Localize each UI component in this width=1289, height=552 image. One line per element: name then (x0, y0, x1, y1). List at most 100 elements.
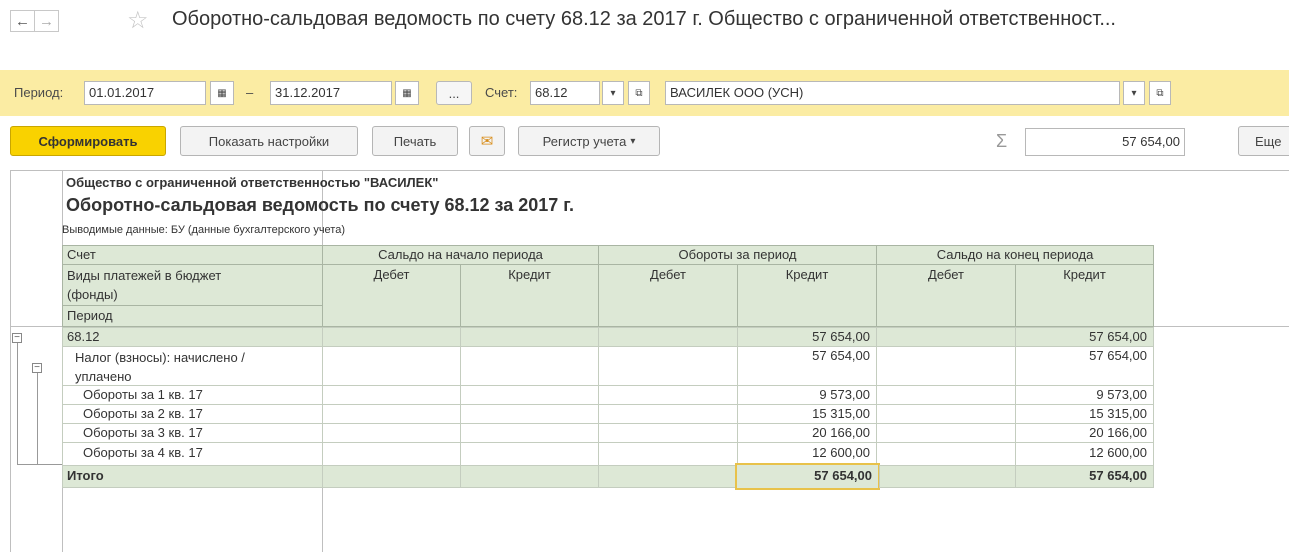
report-heading: Оборотно-сальдовая ведомость по счету 68… (66, 195, 575, 215)
date-to-field[interactable]: 31.12.2017 (270, 81, 392, 105)
account-dropdown-button[interactable]: ▾ (602, 81, 624, 105)
row-q3-label[interactable]: Обороты за 3 кв. 17 (62, 423, 323, 443)
row-q1-turn-debit (598, 385, 738, 405)
total-close-credit[interactable]: 57 654,00 (1015, 465, 1154, 488)
row-q1-open-debit (322, 385, 461, 405)
row-q3-open-credit (460, 423, 599, 443)
collapse-tax-toggle[interactable]: − (32, 363, 42, 373)
row-tax-close-debit (876, 346, 1016, 386)
header-turnover-credit: Кредит (737, 264, 877, 327)
total-label[interactable]: Итого (62, 465, 323, 488)
header-account: Счет (62, 245, 323, 265)
header-payment-types: Виды платежей в бюджет (фонды) (62, 264, 323, 306)
account-open-button[interactable]: ⧉ (628, 81, 650, 105)
row-tax-turn-debit (598, 346, 738, 386)
organization-name: Общество с ограниченной ответственностью… (66, 175, 439, 190)
row-account-turn-debit (598, 327, 738, 347)
arrow-right-icon: → (39, 12, 54, 30)
header-closing-debit: Дебет (876, 264, 1016, 327)
row-q4-close-credit[interactable]: 12 600,00 (1015, 442, 1154, 466)
period-dash: – (246, 85, 254, 100)
more-button[interactable]: Еще (1238, 126, 1289, 156)
calendar-icon: ▦ (217, 87, 227, 99)
forward-button[interactable]: → (34, 10, 59, 32)
header-closing-credit: Кредит (1015, 264, 1154, 327)
organization-open-button[interactable]: ⧉ (1149, 81, 1171, 105)
back-button[interactable]: ← (10, 10, 35, 32)
row-q1-turn-credit[interactable]: 9 573,00 (737, 385, 877, 405)
open-form-icon: ⧉ (1156, 87, 1164, 99)
row-q2-open-debit (322, 404, 461, 424)
row-q3-close-debit (876, 423, 1016, 443)
total-turn-debit (598, 465, 738, 488)
row-q2-label[interactable]: Обороты за 2 кв. 17 (62, 404, 323, 424)
page-title: Оборотно-сальдовая ведомость по счету 68… (172, 8, 1116, 30)
report-top-border (10, 170, 1289, 171)
row-tax-label-line1: Налог (взносы): начислено / (75, 350, 245, 365)
envelope-icon: ✉ (480, 133, 494, 150)
row-q4-close-debit (876, 442, 1016, 466)
sum-icon: Σ (996, 131, 1008, 151)
row-tax-label[interactable]: Налог (взносы): начислено / уплачено (62, 346, 323, 386)
row-q2-turn-credit[interactable]: 15 315,00 (737, 404, 877, 424)
row-q4-open-debit (322, 442, 461, 466)
row-tax-turn-credit[interactable]: 57 654,00 (737, 346, 877, 386)
select-period-button[interactable]: ... (436, 81, 472, 105)
row-q1-open-credit (460, 385, 599, 405)
account-label: Счет: (485, 85, 518, 100)
row-q2-turn-debit (598, 404, 738, 424)
row-q4-open-credit (460, 442, 599, 466)
print-button[interactable]: Печать (372, 126, 458, 156)
total-turn-credit-selected[interactable]: 57 654,00 (735, 463, 880, 490)
account-field[interactable]: 68.12 (530, 81, 600, 105)
row-q1-close-credit[interactable]: 9 573,00 (1015, 385, 1154, 405)
row-q1-label[interactable]: Обороты за 1 кв. 17 (62, 385, 323, 405)
send-email-button[interactable]: ✉ (469, 126, 505, 156)
row-account-turn-credit[interactable]: 57 654,00 (737, 327, 877, 347)
row-account-close-credit[interactable]: 57 654,00 (1015, 327, 1154, 347)
row-account-open-debit (322, 327, 461, 347)
register-label: Регистр учета (542, 133, 627, 149)
arrow-left-icon: ← (15, 12, 30, 30)
calendar-from-button[interactable]: ▦ (210, 81, 234, 105)
row-tax-close-credit[interactable]: 57 654,00 (1015, 346, 1154, 386)
row-q1-close-debit (876, 385, 1016, 405)
header-opening-balance: Сальдо на начало периода (322, 245, 599, 265)
chevron-down-icon: ▾ (1131, 87, 1137, 99)
date-from-field[interactable]: 01.01.2017 (84, 81, 206, 105)
sum-field: 57 654,00 (1025, 128, 1185, 156)
organization-dropdown-button[interactable]: ▾ (1123, 81, 1145, 105)
row-q3-turn-credit[interactable]: 20 166,00 (737, 423, 877, 443)
tree-line-1 (17, 343, 18, 464)
header-opening-credit: Кредит (460, 264, 599, 327)
row-q2-close-debit (876, 404, 1016, 424)
total-open-credit (460, 465, 599, 488)
total-open-debit (322, 465, 461, 488)
organization-field[interactable]: ВАСИЛЕК ООО (УСН) (665, 81, 1120, 105)
row-q4-label[interactable]: Обороты за 4 кв. 17 (62, 442, 323, 466)
calendar-to-button[interactable]: ▦ (395, 81, 419, 105)
header-turnover-debit: Дебет (598, 264, 738, 327)
header-payment-types-line1: Виды платежей в бюджет (67, 268, 222, 283)
register-button[interactable]: Регистр учета ▾ (518, 126, 660, 156)
row-tax-open-debit (322, 346, 461, 386)
row-tax-label-line2: уплачено (75, 369, 132, 384)
chevron-down-icon: ▾ (610, 87, 616, 99)
header-period: Период (62, 305, 323, 327)
row-q4-turn-debit (598, 442, 738, 466)
row-account-label[interactable]: 68.12 (62, 327, 323, 347)
header-payment-types-line2: (фонды) (67, 287, 118, 302)
show-settings-button[interactable]: Показать настройки (180, 126, 358, 156)
header-opening-debit: Дебет (322, 264, 461, 327)
collapse-account-toggle[interactable]: − (12, 333, 22, 343)
total-close-debit (879, 465, 1016, 488)
output-data-note: Выводимые данные: БУ (данные бухгалтерск… (62, 224, 345, 236)
row-q3-open-debit (322, 423, 461, 443)
open-form-icon: ⧉ (635, 87, 643, 99)
row-q2-close-credit[interactable]: 15 315,00 (1015, 404, 1154, 424)
generate-button[interactable]: Сформировать (10, 126, 166, 156)
header-closing-balance: Сальдо на конец периода (876, 245, 1154, 265)
favorite-star-icon[interactable]: ☆ (127, 6, 149, 35)
tree-line-2 (37, 373, 38, 464)
row-q3-close-credit[interactable]: 20 166,00 (1015, 423, 1154, 443)
